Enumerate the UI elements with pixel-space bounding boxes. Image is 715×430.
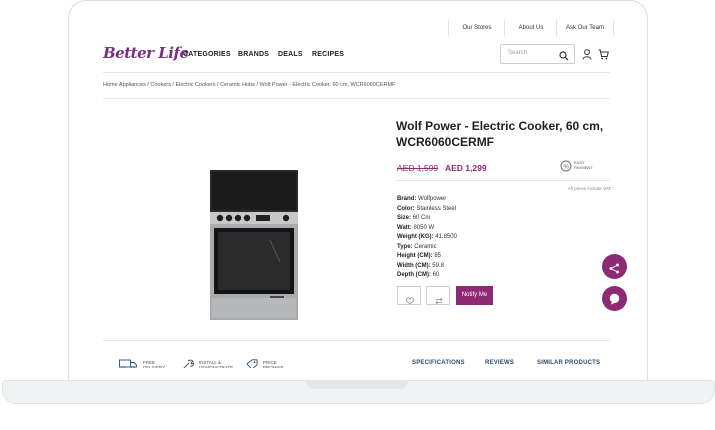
spec-label: Weight (KG):: [397, 234, 434, 240]
about-us-link[interactable]: About Us: [504, 20, 557, 36]
spec-label: Color:: [397, 205, 415, 212]
spec-row: Size: 60 Cm: [397, 214, 457, 224]
spec-value: 85: [434, 253, 442, 259]
spec-value: Stainless Steel: [416, 205, 457, 212]
sale-price: AED 1,299: [445, 163, 487, 173]
easy-payment-icon: %: [560, 159, 572, 176]
spec-row: Brand: Wolfpower: [397, 195, 457, 205]
spec-row: Type: Ceramic: [397, 243, 457, 253]
price-divider: [396, 180, 610, 181]
search-box[interactable]: Search: [500, 44, 575, 64]
product-title: Wolf Power - Electric Cooker, 60 cm, WCR…: [396, 119, 604, 149]
content-divider: [103, 340, 610, 341]
our-stores-link[interactable]: Our Stores: [448, 20, 505, 36]
chat-button[interactable]: [602, 286, 627, 311]
spec-label: Watt:: [397, 224, 412, 231]
old-price: AED 1,599: [397, 163, 439, 173]
spec-row: Color: Stainless Steel: [397, 205, 457, 215]
tab-similar-products[interactable]: SIMILAR PRODUCTS: [537, 360, 600, 366]
search-icon[interactable]: [559, 48, 569, 66]
browser-screen: Our Stores About Us Ask Our Team Better …: [83, 20, 631, 368]
chat-bubble-icon: [609, 292, 620, 310]
svg-text:%: %: [563, 164, 569, 170]
install-tool-icon: [182, 357, 195, 368]
nav-recipes[interactable]: RECIPES: [312, 51, 344, 58]
spec-row: Width (CM): 59.8: [397, 262, 457, 272]
spec-row: Depth (CM): 60: [397, 271, 457, 281]
nav-deals[interactable]: DEALS: [278, 51, 303, 58]
search-input[interactable]: Search: [508, 50, 527, 56]
ask-our-team-link[interactable]: Ask Our Team: [556, 20, 614, 36]
header-divider: [103, 72, 610, 73]
install-demonstrate-label: INSTALL & DEMONSTRATE: [199, 360, 234, 368]
spec-list: Brand: Wolfpower Color: Stainless Steel …: [397, 195, 457, 281]
nav-brands[interactable]: BRANDS: [238, 51, 269, 58]
free-delivery-label: FREE DELIVERY: [143, 360, 166, 368]
spec-label: Brand:: [397, 196, 417, 202]
heart-icon: [406, 292, 414, 310]
tab-specifications[interactable]: SPECIFICATIONS: [412, 360, 465, 366]
laptop-notch: [306, 380, 408, 389]
nav-categories[interactable]: CATEGORIES: [183, 51, 231, 58]
spec-row: Watt: 8050 W: [397, 224, 457, 234]
share-icon: [609, 261, 620, 279]
breadcrumb-divider: [103, 98, 610, 99]
product-image: [208, 170, 300, 325]
compare-arrows-icon: [435, 292, 443, 310]
easy-payment-badge[interactable]: % EASY PAYMENT: [560, 159, 593, 177]
spec-label: Width (CM):: [397, 262, 431, 269]
top-utility-bar: Our Stores About Us Ask Our Team: [83, 20, 631, 36]
vat-note: All prices include VAT: [567, 186, 611, 191]
easy-payment-label: EASY PAYMENT: [574, 160, 593, 170]
cart-icon[interactable]: [598, 47, 609, 65]
spec-value: 41.8500: [435, 234, 457, 240]
breadcrumb[interactable]: Home Appliances / Cookers / Electric Coo…: [103, 82, 395, 88]
spec-value: 60: [432, 272, 440, 278]
price-promise-icon: [246, 357, 258, 368]
spec-value: 60 Cm: [412, 215, 431, 221]
spec-value: Wolfpower: [418, 196, 447, 202]
compare-button[interactable]: [426, 286, 450, 305]
notify-me-button[interactable]: Notify Me: [456, 286, 493, 305]
delivery-truck-icon: [119, 357, 137, 368]
tab-reviews[interactable]: REVIEWS: [485, 360, 514, 366]
spec-label: Size:: [397, 215, 412, 221]
user-account-icon[interactable]: [582, 47, 592, 65]
price-promise-label: PRICE PROMISE: [263, 360, 284, 368]
spec-label: Height (CM):: [397, 253, 433, 259]
share-button[interactable]: [602, 254, 627, 279]
spec-value: 8050 W: [413, 224, 435, 231]
spec-label: Type:: [397, 243, 413, 250]
site-logo[interactable]: Better Life: [103, 44, 189, 62]
spec-row: Weight (KG): 41.8500: [397, 233, 457, 243]
spec-value: 59.8: [432, 262, 444, 269]
wishlist-button[interactable]: [397, 286, 421, 305]
spec-label: Depth (CM):: [397, 272, 431, 278]
spec-row: Height (CM): 85: [397, 252, 457, 262]
spec-value: Ceramic: [414, 243, 437, 250]
